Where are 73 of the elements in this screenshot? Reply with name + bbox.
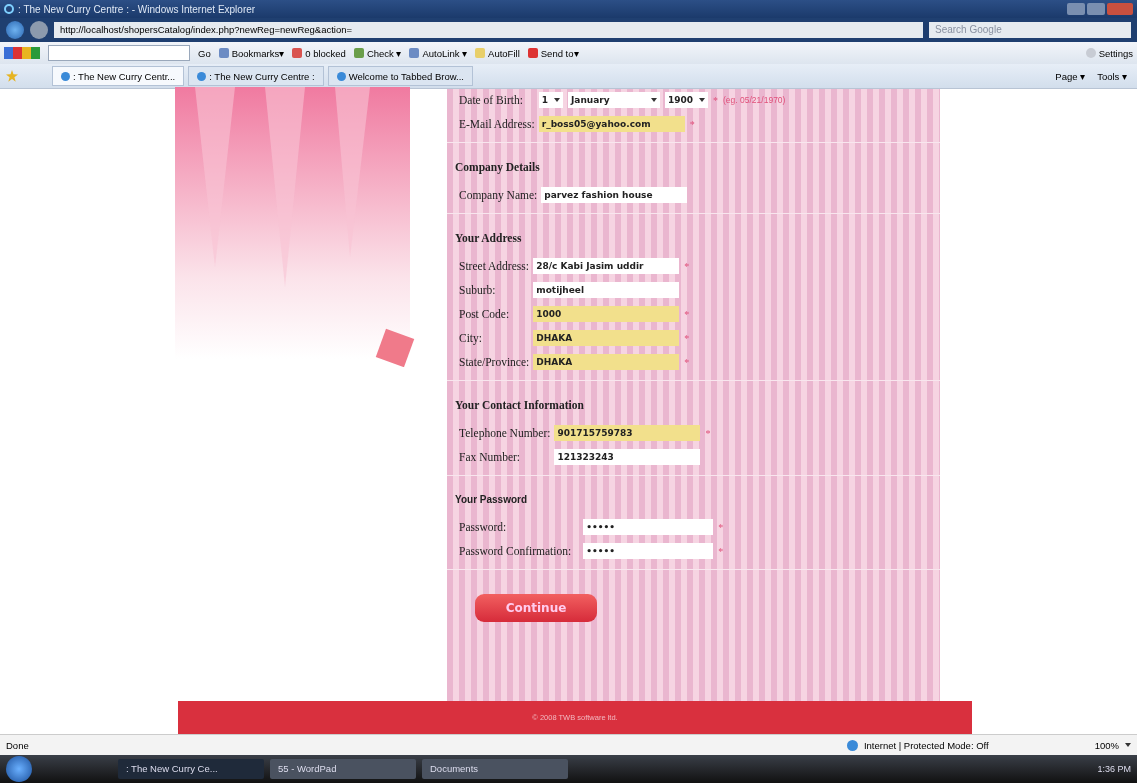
status-text: Done [6, 739, 29, 751]
required-mark: * [705, 427, 711, 439]
input-field[interactable]: motijheel [533, 282, 680, 298]
command-button[interactable]: Page ▾ [1051, 70, 1090, 82]
field-label: Date of Birth: [459, 94, 524, 106]
browser-tab[interactable]: Welcome to Tabbed Brow... [327, 66, 473, 86]
required-mark: * [684, 332, 690, 344]
toolbar-button[interactable]: 0 blocked [292, 47, 346, 59]
input-field[interactable]: ••••• [583, 519, 714, 535]
browser-tab[interactable]: : The New Curry Centre : [188, 66, 324, 86]
field-label: State/Province: [459, 356, 530, 368]
required-mark: * [713, 94, 719, 106]
input-field[interactable]: 121323243 [554, 449, 701, 465]
toolbar-search-field[interactable] [48, 45, 190, 61]
section-heading: Your Contact Information [455, 399, 585, 411]
close-button[interactable] [1107, 3, 1133, 15]
input-field[interactable]: DHAKA [533, 330, 680, 346]
input-field[interactable]: 1000 [533, 306, 680, 322]
google-logo [4, 47, 40, 59]
input-field[interactable]: parvez fashion house [541, 187, 688, 203]
security-zone: Internet | Protected Mode: Off [863, 739, 989, 751]
toolbar-button[interactable]: Send to▾ [527, 47, 579, 59]
toolbar-button[interactable]: AutoLink ▾ [409, 47, 468, 59]
input-field[interactable]: 28/c Kabi Jasim uddir [533, 258, 680, 274]
taskbar-button[interactable]: : The New Curry Ce... [118, 759, 264, 779]
field-label: Password Confirmation: [459, 545, 572, 557]
toolbar-button[interactable]: Check ▾ [353, 47, 402, 59]
input-field[interactable]: DHAKA [533, 354, 680, 370]
section-heading: Your Address [455, 232, 523, 244]
browser-icon [4, 4, 14, 14]
address-field[interactable]: http://localhost/shopersCatalog/index.php?newReg=newReg&action= [54, 22, 923, 38]
settings-button[interactable]: Settings [1085, 47, 1133, 59]
browser-tab[interactable]: : The New Curry Centr... [52, 66, 185, 86]
field-label: City: [459, 332, 483, 344]
zoom-button[interactable]: 100% [1094, 739, 1131, 751]
field-label: Post Code: [459, 308, 511, 320]
globe-icon [846, 739, 858, 751]
required-mark: * [684, 308, 690, 320]
favorites-star-icon[interactable] [6, 70, 18, 82]
section-heading: Your Password [455, 494, 529, 505]
section-heading: Company Details [455, 161, 541, 173]
input-field[interactable]: r_boss05@yahoo.com [538, 116, 685, 132]
dropdown[interactable]: 1 [538, 92, 563, 108]
field-label: Street Address: [459, 260, 530, 272]
taskbar-button[interactable]: Documents [422, 759, 568, 779]
field-label: Password: [459, 521, 508, 533]
required-mark: * [684, 356, 690, 368]
input-field[interactable]: ••••• [583, 543, 714, 559]
toolbar-button[interactable]: AutoFill [475, 47, 520, 59]
forward-button[interactable] [30, 21, 48, 39]
command-button[interactable]: Tools ▾ [1093, 70, 1131, 82]
taskbar-button[interactable]: 55 - WordPad [270, 759, 416, 779]
field-label: Suburb: [459, 284, 497, 296]
clock: 1:36 PM [1097, 764, 1131, 774]
maximize-button[interactable] [1087, 3, 1105, 15]
dropdown[interactable]: January [567, 92, 660, 108]
required-mark: * [718, 521, 724, 533]
required-mark: * [684, 260, 690, 272]
required-mark: * [689, 118, 695, 130]
field-label: Fax Number: [459, 451, 521, 463]
input-field[interactable]: 901715759783 [554, 425, 701, 441]
dropdown[interactable]: 1900 [664, 92, 709, 108]
start-button[interactable] [6, 756, 32, 782]
field-label: E-Mail Address: [459, 118, 535, 130]
field-label: Company Name: [459, 189, 538, 201]
required-mark: * [718, 545, 724, 557]
back-button[interactable] [6, 21, 24, 39]
toolbar-button[interactable]: Bookmarks▾ [218, 47, 285, 59]
window-title: : The New Curry Centre : - Windows Internet Explorer [18, 3, 256, 15]
field-label: Telephone Number: [459, 427, 551, 439]
toolbar-button[interactable]: Go [198, 47, 211, 59]
minimize-button[interactable] [1067, 3, 1085, 15]
format-hint: (eg. 05/21/1970) [723, 95, 786, 105]
